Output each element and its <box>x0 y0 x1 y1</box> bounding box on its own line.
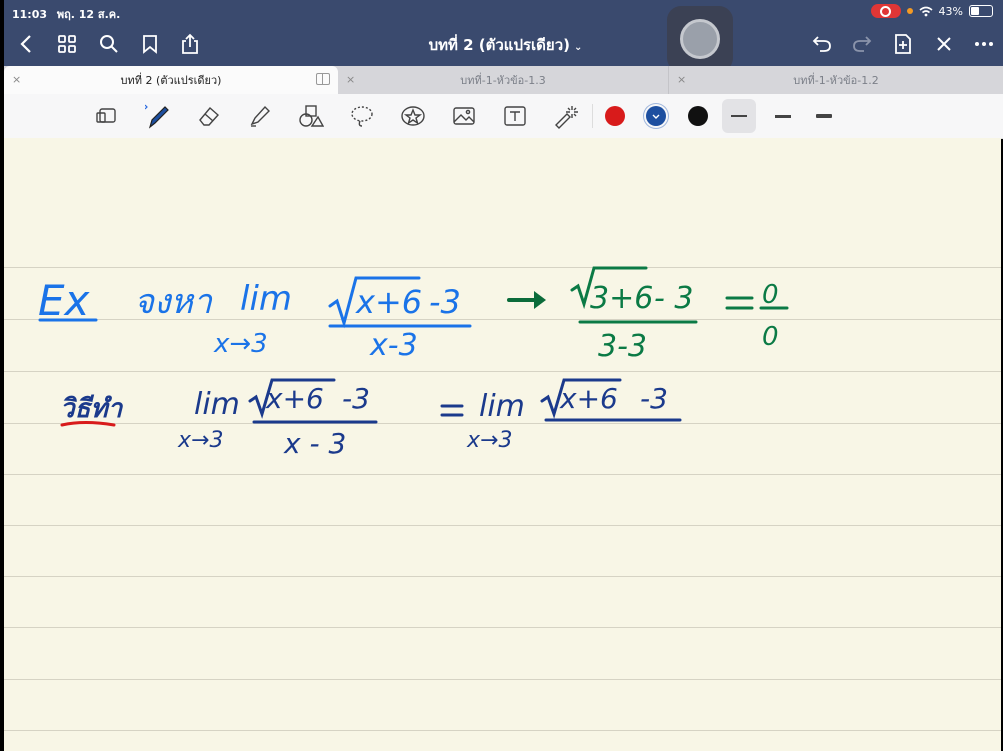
split-view-icon[interactable] <box>316 73 330 85</box>
stroke-thick-button[interactable] <box>810 102 838 130</box>
tab-label: บทที่ 2 (ตัวแปรเดียว) <box>120 74 222 87</box>
chevron-down-icon: ⌄ <box>574 42 583 53</box>
stroke-thin-button[interactable] <box>722 99 756 133</box>
color-blue-swatch[interactable] <box>646 106 666 126</box>
num-3: x+6 <box>559 382 618 415</box>
lim-1: lim <box>240 279 292 319</box>
mic-indicator-icon <box>906 8 913 14</box>
tab-2[interactable]: × บทที่-1-หัวข้อ-1.3 <box>338 66 669 94</box>
close-tab-icon[interactable]: × <box>12 73 21 86</box>
sub-num-minus3: - 3 <box>654 281 693 316</box>
tab-active[interactable]: × บทที่ 2 (ตัวแปรเดียว) <box>4 66 338 94</box>
close-tab-icon[interactable]: × <box>677 73 686 86</box>
num-2-minus3: -3 <box>342 382 370 415</box>
status-time: 11:03 พฤ. 12 ส.ค. <box>12 5 120 23</box>
shapes-icon[interactable] <box>297 102 325 130</box>
equals-2 <box>440 404 464 417</box>
wifi-icon <box>919 6 933 16</box>
undo-icon[interactable] <box>810 32 834 56</box>
screen-record-icon[interactable] <box>870 4 901 18</box>
sticker-icon[interactable] <box>399 102 427 130</box>
num-2: x+6 <box>265 382 324 415</box>
app-window: 11:03 พฤ. 12 ส.ค. 43% บทที่ 2 (ตัวแปรเดี… <box>0 0 1003 751</box>
top-bar: 11:03 พฤ. 12 ส.ค. 43% บทที่ 2 (ตัวแปรเดี… <box>4 0 1003 66</box>
ex-label: Ex <box>38 276 91 325</box>
num-3-minus3: -3 <box>640 382 668 415</box>
highlighter-icon[interactable] <box>246 102 274 130</box>
assistive-touch-button[interactable] <box>667 6 733 72</box>
zero-num: 0 <box>762 280 779 310</box>
chevron-down-icon <box>652 114 660 119</box>
num-1-minus3: -3 <box>429 283 461 321</box>
tab-bar: × บทที่ 2 (ตัวแปรเดียว) × บทที่-1-หัวข้อ… <box>4 66 1003 94</box>
battery-icon <box>969 5 993 17</box>
den-1: x-3 <box>369 328 418 363</box>
find-prompt: จงหา <box>134 282 213 322</box>
lim-2: lim <box>194 387 240 422</box>
num-1: x+6 <box>355 283 422 321</box>
color-black-swatch[interactable] <box>688 106 708 126</box>
note-canvas[interactable]: Ex จงหา lim x→3 x+6 -3 x-3 3+6 - 3 3-3 0… <box>4 138 1001 751</box>
lim-3-sub: x→3 <box>466 428 512 453</box>
sub-den: 3-3 <box>598 329 647 364</box>
color-red-swatch[interactable] <box>605 106 625 126</box>
time-label: 11:03 <box>12 8 48 21</box>
document-title-label: บทที่ 2 (ตัวแปรเดียว) <box>428 36 570 54</box>
add-page-icon[interactable] <box>891 32 915 56</box>
status-icons: 43% <box>870 4 993 18</box>
battery-percent: 43% <box>938 4 963 18</box>
zero-den: 0 <box>762 322 779 352</box>
toolbar-divider <box>592 104 593 128</box>
laser-pointer-icon[interactable] <box>552 102 580 130</box>
pen-icon[interactable] <box>144 102 172 130</box>
drawing-toolbar <box>4 94 1003 139</box>
lasso-crop-icon[interactable] <box>93 102 121 130</box>
eraser-icon[interactable] <box>195 102 223 130</box>
close-tab-icon[interactable]: × <box>346 73 355 86</box>
stroke-medium-button[interactable] <box>769 102 797 130</box>
image-icon[interactable] <box>450 102 478 130</box>
tab-label: บทที่-1-หัวข้อ-1.2 <box>793 74 879 87</box>
date-label: พฤ. 12 ส.ค. <box>56 8 121 21</box>
redo-icon[interactable] <box>850 32 874 56</box>
sub-num: 3+6 <box>590 281 653 316</box>
arrow-icon <box>534 291 546 309</box>
handwriting-layer: Ex จงหา lim x→3 x+6 -3 x-3 3+6 - 3 3-3 0… <box>38 266 789 460</box>
lim-2-sub: x→3 <box>177 428 223 453</box>
lim-1-sub: x→3 <box>213 329 268 359</box>
tab-3[interactable]: × บทที่-1-หัวข้อ-1.2 <box>669 66 1003 94</box>
solution-label: วิธีทำ <box>60 394 124 424</box>
more-icon[interactable] <box>972 32 996 56</box>
close-pen-icon[interactable] <box>932 32 956 56</box>
tab-label: บทที่-1-หัวข้อ-1.3 <box>460 74 546 87</box>
solution-underline <box>60 421 116 427</box>
equals-1 <box>725 296 754 310</box>
den-2: x - 3 <box>283 427 346 460</box>
text-icon[interactable] <box>501 102 529 130</box>
lasso-icon[interactable] <box>348 102 376 130</box>
lim-3: lim <box>479 389 525 424</box>
